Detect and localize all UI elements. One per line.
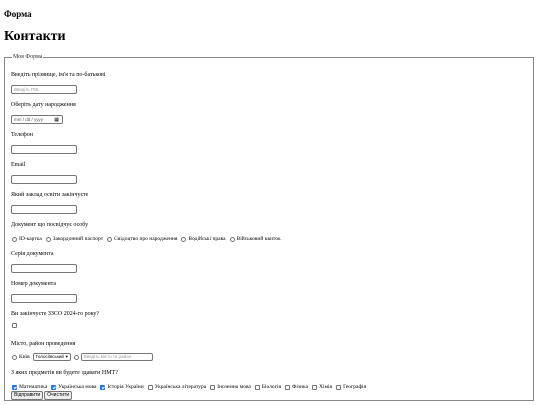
subject-checkbox-ukr-lang[interactable] <box>51 384 57 390</box>
place-label: Місто, район проведення <box>11 341 76 347</box>
city-option-label: Київ <box>19 354 30 360</box>
subjects-group: Математика Українська мова Історія Украї… <box>11 383 369 391</box>
doc-option-label: Військовий квиток <box>236 236 281 242</box>
doc-radio-military[interactable] <box>229 236 235 242</box>
zno-label: Ви закінчуєте ЗЗСО 2024-го року? <box>11 311 100 317</box>
doc-option-label: Закордонний паспорт <box>52 236 104 242</box>
chevron-down-icon: ▼ <box>64 354 69 359</box>
doc-series-label: Серія документа <box>11 251 54 257</box>
name-label: Введіть прізвище, ім'я та по-батькові <box>11 72 106 78</box>
place-row: Київ Голосіївський ▼ Введіть місто та ра… <box>11 353 153 361</box>
doc-series-input[interactable] <box>11 264 77 273</box>
subject-label: Фізика <box>292 384 309 390</box>
doc-radio-driver[interactable] <box>181 236 187 242</box>
doc-radio-id[interactable] <box>12 236 17 242</box>
subject-checkbox-physics[interactable] <box>285 384 290 390</box>
doc-radio-birth-cert[interactable] <box>107 236 113 242</box>
contact-form: Моя Форма Введіть прізвище, ім'я та по-б… <box>4 53 534 401</box>
subject-label: Іноземна мова <box>217 384 251 390</box>
zno-row <box>11 323 19 328</box>
doc-label: Документ що посвідчує особу <box>11 222 89 228</box>
doc-option-label: Водійські права <box>188 236 226 242</box>
other-place-radio[interactable] <box>73 354 79 360</box>
phone-label: Телефон <box>11 132 33 138</box>
subject-checkbox-math[interactable] <box>12 384 17 390</box>
subject-checkbox-chemistry[interactable] <box>312 384 318 390</box>
site-title: Форма <box>4 9 32 19</box>
district-select[interactable]: Голосіївський ▼ <box>32 353 71 361</box>
subject-label: Українська література <box>154 384 207 390</box>
doc-radio-passport[interactable] <box>45 236 51 242</box>
dob-input[interactable]: mm / dd / yyyy ▦ <box>11 115 63 124</box>
subject-label: Біологія <box>261 384 281 390</box>
page-title: Контакти <box>4 29 66 44</box>
dob-label: Оберіть дату народження <box>11 102 76 108</box>
submit-button[interactable]: Відправити <box>11 391 44 400</box>
subject-checkbox-geography[interactable] <box>336 384 342 390</box>
name-input[interactable]: Введіть ПІБ <box>11 85 77 94</box>
subject-label: Математика <box>19 384 48 390</box>
reset-button[interactable]: Очистити <box>44 391 73 400</box>
place-input[interactable]: Введіть місто та район <box>80 353 153 361</box>
subject-label: Історія України <box>107 384 144 390</box>
subjects-label: З яких предметів ви будете здавати НМТ? <box>11 370 118 376</box>
doc-number-label: Номер документа <box>11 281 57 287</box>
doc-option-label: Свідоцтво про народження <box>114 236 178 242</box>
phone-input[interactable] <box>11 145 77 154</box>
subject-checkbox-history[interactable] <box>100 384 106 390</box>
school-input[interactable] <box>11 205 77 214</box>
form-buttons: Відправити Очистити <box>11 391 73 400</box>
city-radio[interactable] <box>12 354 17 360</box>
subject-checkbox-ukr-lit[interactable] <box>147 384 153 390</box>
doc-number-input[interactable] <box>11 294 77 303</box>
district-select-value: Голосіївський <box>35 354 64 359</box>
subject-checkbox-foreign-lang[interactable] <box>210 384 216 390</box>
dob-placeholder: mm / dd / yyyy <box>14 117 44 122</box>
doc-option-label: ID-картка <box>19 236 42 242</box>
subject-label: Хімія <box>319 384 333 390</box>
subject-checkbox-biology[interactable] <box>254 384 260 390</box>
subject-label: Географія <box>343 384 367 390</box>
school-label: Який заклад освіти закінчуєте <box>11 192 89 198</box>
email-input[interactable] <box>11 175 77 184</box>
subject-label: Українська мова <box>58 384 97 390</box>
calendar-icon[interactable]: ▦ <box>54 117 59 124</box>
email-label: Email <box>11 162 26 168</box>
zno-checkbox[interactable] <box>12 323 17 328</box>
form-legend: Моя Форма <box>12 53 44 62</box>
doc-radio-group: ID-картка Закордонний паспорт Свідоцтво … <box>11 235 284 243</box>
